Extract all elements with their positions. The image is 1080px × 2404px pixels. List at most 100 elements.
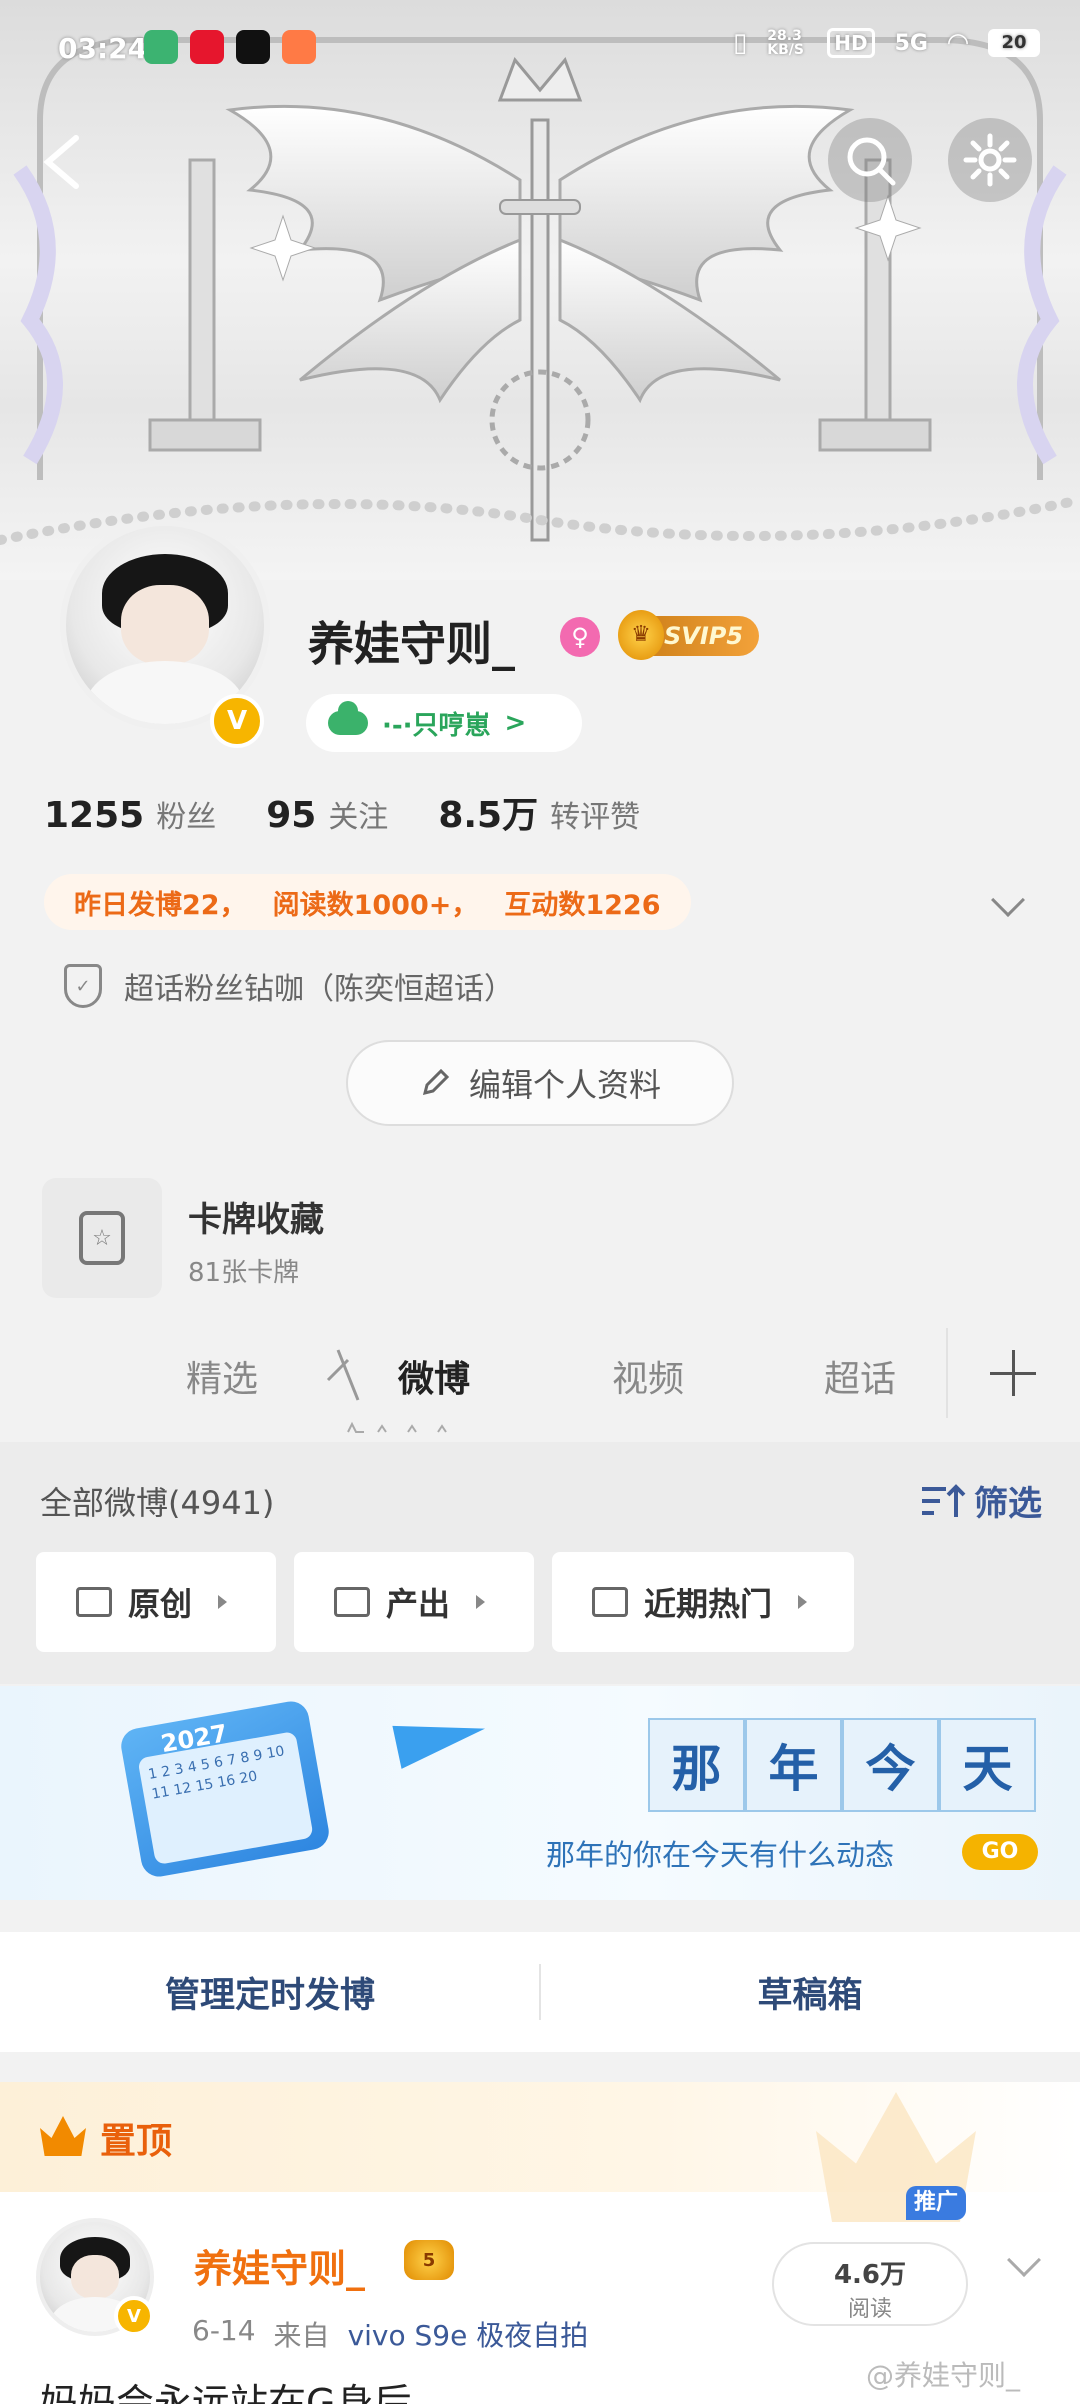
avatar-face xyxy=(121,585,209,665)
username: 养娃守则_ xyxy=(308,617,515,671)
weibo-icon xyxy=(190,30,224,64)
notification-icons xyxy=(144,30,316,64)
settings-button[interactable] xyxy=(948,118,1032,202)
chip-recent-hot-label: 近期热门 xyxy=(644,1585,773,1623)
title-char: 那 xyxy=(648,1718,745,1812)
battery-icon: 20 xyxy=(988,29,1040,57)
card-collection-title[interactable]: 卡牌收藏 xyxy=(188,1192,324,1241)
gear-icon xyxy=(963,133,1017,187)
interactions-label: 转评赞 xyxy=(550,800,641,835)
calendar-icon: 2027 1 2 3 4 5 6 7 8 9 10 11 12 15 16 20 xyxy=(118,1698,332,1880)
on-this-day-subtitle: 那年的你在今天有什么动态 xyxy=(546,1838,895,1872)
card-collection-icon-tile[interactable]: ☆ xyxy=(42,1178,162,1298)
status-chevron-icon: > xyxy=(504,708,527,738)
app-icon xyxy=(282,30,316,64)
vibrate-icon: ▯ xyxy=(732,28,748,58)
layers-icon xyxy=(76,1587,112,1617)
chip-output[interactable]: 产出 xyxy=(294,1552,534,1652)
tab-featured[interactable]: 精选 xyxy=(186,1350,258,1402)
reads-pill[interactable]: 4.6万 阅读 xyxy=(772,2242,968,2326)
manage-divider xyxy=(539,1964,541,2020)
all-posts-count: 全部微博(4941) xyxy=(40,1484,275,1522)
yesterday-summary[interactable]: 昨日发博22， 阅读数1000+， 互动数1226 xyxy=(44,874,691,930)
back-button[interactable] xyxy=(20,120,104,204)
crown-level-icon: 5 xyxy=(404,2240,454,2280)
post-author[interactable]: 养娃守则_ xyxy=(194,2238,365,2293)
system-icons: ▯ 28.3 KB/S HD 5G ◠ 20 xyxy=(733,28,1040,58)
verified-badge-icon: V xyxy=(114,2296,154,2336)
search-icon xyxy=(847,137,896,186)
layers-icon xyxy=(334,1587,370,1617)
status-time: 03:24 xyxy=(58,32,148,65)
following-count: 95 xyxy=(266,795,317,836)
wechat-icon xyxy=(144,30,178,64)
triangle-right-icon xyxy=(476,1595,486,1609)
title-char: 今 xyxy=(842,1718,939,1812)
on-this-day-title: 那 年 今 天 xyxy=(648,1718,1036,1812)
yesterday-reads: 阅读数1000+， xyxy=(272,889,479,921)
wifi-icon: ◠ xyxy=(948,28,968,58)
pencil-icon xyxy=(422,1068,450,1096)
post-text[interactable]: 妈妈会永远站在G身后 xyxy=(40,2372,411,2404)
stat-interactions[interactable]: 8.5万 转评赞 xyxy=(438,786,640,838)
triangle-right-icon xyxy=(218,1595,228,1609)
go-button[interactable]: GO xyxy=(962,1834,1038,1870)
scheduled-posts-button[interactable]: 管理定时发博 xyxy=(0,1932,540,2052)
super-topic-text: 超话粉丝钻咖（陈奕恒超话） xyxy=(124,972,514,1007)
filter-button[interactable]: 筛选 xyxy=(920,1476,1042,1525)
active-tab-ornament-icon xyxy=(326,1349,447,1433)
watermark: @养娃守则_ xyxy=(866,2359,1021,2392)
battery-level: 20 xyxy=(1001,32,1027,53)
title-char: 年 xyxy=(745,1718,842,1812)
paper-plane-icon xyxy=(392,1707,490,1769)
back-arrow-icon xyxy=(43,135,79,189)
post-meta: 6-14 来自 vivo S9e 极夜自拍 xyxy=(192,2314,588,2354)
chip-recent-hot[interactable]: 近期热门 xyxy=(552,1552,854,1652)
post-source[interactable]: vivo S9e 极夜自拍 xyxy=(348,2314,589,2354)
card-collection-count: 81张卡牌 xyxy=(188,1258,300,1288)
stats-row: 1255 粉丝 95 关注 8.5万 转评赞 xyxy=(44,786,640,838)
pinned-header: 置顶 xyxy=(0,2082,1080,2222)
super-topic-row[interactable]: ✓ 超话粉丝钻咖（陈奕恒超话） xyxy=(64,964,514,1008)
add-tab-icon[interactable] xyxy=(990,1350,1036,1396)
title-char: 天 xyxy=(939,1718,1036,1812)
post-date: 6-14 xyxy=(192,2314,256,2347)
yesterday-interactions: 互动数1226 xyxy=(504,889,661,921)
yesterday-posts: 昨日发博22， xyxy=(74,889,247,921)
tab-super-topic[interactable]: 超话 xyxy=(824,1350,896,1402)
pinned-label: 置顶 xyxy=(100,2121,173,2162)
avatar-face xyxy=(70,2255,120,2299)
expand-chevron-icon[interactable] xyxy=(991,883,1025,917)
filter-section: 全部微博(4941) 筛选 原创 产出 近期热门 xyxy=(0,1442,1080,1684)
stat-followers[interactable]: 1255 粉丝 xyxy=(44,792,216,836)
hd-badge: HD xyxy=(827,28,875,58)
followers-count: 1255 xyxy=(44,795,145,836)
verified-badge-icon: V xyxy=(210,694,264,748)
promote-badge[interactable]: 推广 xyxy=(906,2186,966,2220)
female-icon: ♀ xyxy=(560,617,600,657)
status-text: ·-·只哼崽 xyxy=(382,710,491,741)
status-pill[interactable]: ·-·只哼崽 > xyxy=(306,694,582,752)
search-button[interactable] xyxy=(828,118,912,202)
chip-original[interactable]: 原创 xyxy=(36,1552,276,1652)
cloud-icon xyxy=(328,701,368,735)
pin-crown-icon xyxy=(40,2116,86,2156)
drafts-button[interactable]: 草稿箱 xyxy=(540,1932,1080,2052)
sort-up-icon xyxy=(922,1483,966,1517)
tab-video[interactable]: 视频 xyxy=(612,1350,684,1402)
net-speed: 28.3 KB/S xyxy=(767,28,804,58)
reads-value: 4.6万 xyxy=(833,2260,907,2290)
edit-profile-button[interactable]: 编辑个人资料 xyxy=(346,1040,734,1126)
tiktok-icon xyxy=(236,30,270,64)
card-star-icon: ☆ xyxy=(79,1211,125,1265)
on-this-day-banner[interactable]: 2027 1 2 3 4 5 6 7 8 9 10 11 12 15 16 20… xyxy=(0,1686,1080,1900)
crown-icon: ♛ xyxy=(618,610,664,660)
svip-badge[interactable]: ♛ SVIP5 xyxy=(618,610,760,660)
tab-bar: 精选 微博 视频 超话 xyxy=(0,1310,1080,1442)
stat-following[interactable]: 95 关注 xyxy=(266,792,388,836)
followers-label: 粉丝 xyxy=(156,800,217,835)
svip-label: SVIP5 xyxy=(664,622,744,650)
shield-icon: ✓ xyxy=(64,964,102,1008)
status-bar: 03:24 ▯ 28.3 KB/S HD 5G ◠ 20 xyxy=(0,0,1080,90)
layers-icon xyxy=(592,1587,628,1617)
